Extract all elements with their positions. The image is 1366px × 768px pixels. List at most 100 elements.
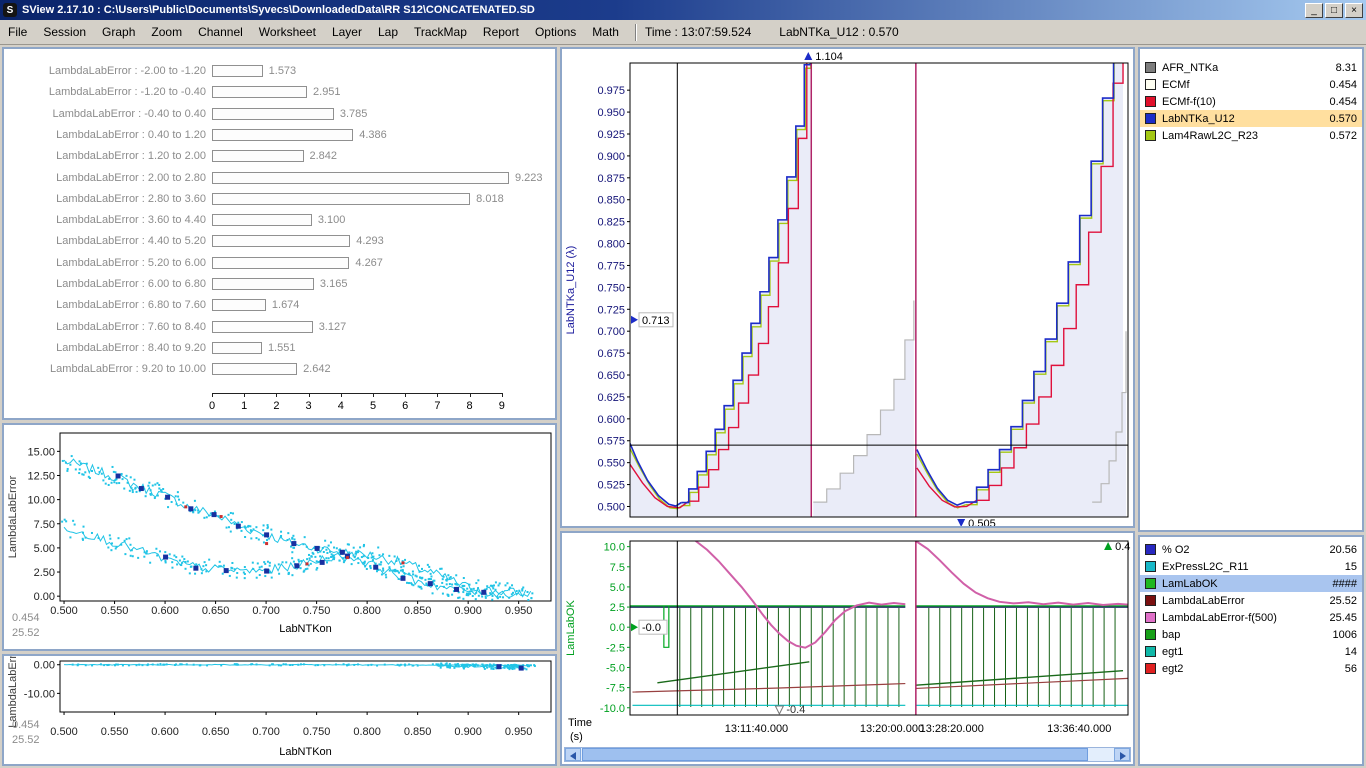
hist-x-tick bbox=[309, 393, 310, 397]
channel-row-ecmf-f-10-[interactable]: ECMf-f(10)0.454 bbox=[1140, 93, 1362, 110]
svg-text:12.50: 12.50 bbox=[27, 470, 55, 482]
hist-bar bbox=[212, 129, 353, 141]
channel-row-afr-ntka[interactable]: AFR_NTKa8.31 bbox=[1140, 59, 1362, 76]
menu-channel[interactable]: Channel bbox=[190, 21, 251, 43]
menu-report[interactable]: Report bbox=[475, 21, 527, 43]
svg-text:Time: Time bbox=[568, 717, 592, 729]
svg-text:0.800: 0.800 bbox=[353, 605, 381, 617]
svg-text:0.825: 0.825 bbox=[597, 217, 625, 229]
hist-x-tick bbox=[341, 393, 342, 397]
hist-bar-value: 3.100 bbox=[318, 214, 346, 227]
svg-text:0.00: 0.00 bbox=[34, 591, 55, 603]
svg-text:7.5: 7.5 bbox=[610, 562, 625, 574]
channel-color-swatch bbox=[1145, 646, 1156, 657]
lambda-chart-panel[interactable]: 0.9750.9500.9250.9000.8750.8500.8250.800… bbox=[560, 47, 1135, 528]
menu-layer[interactable]: Layer bbox=[324, 21, 370, 43]
channel-row-lambdalaberror-f-500-[interactable]: LambdaLabError-f(500)25.45 bbox=[1140, 609, 1362, 626]
small-scatter-plot[interactable]: 0.00-10.000.5000.5500.6000.6500.7000.750… bbox=[4, 656, 555, 764]
svg-text:0.454: 0.454 bbox=[12, 612, 40, 624]
channel-name: egt1 bbox=[1162, 646, 1345, 658]
svg-text:0.4: 0.4 bbox=[1115, 541, 1130, 553]
menu-options[interactable]: Options bbox=[527, 21, 584, 43]
svg-text:0.700: 0.700 bbox=[252, 605, 280, 617]
app-icon: S bbox=[3, 3, 17, 17]
histogram-panel[interactable]: LambdaLabError : -2.00 to -1.201.573Lamb… bbox=[2, 47, 557, 420]
channel-row-bap[interactable]: bap1006 bbox=[1140, 626, 1362, 643]
hist-x-tick-label: 6 bbox=[396, 400, 414, 412]
svg-text:0.775: 0.775 bbox=[597, 260, 625, 272]
channel-value: 56 bbox=[1345, 663, 1357, 675]
svg-text:5.00: 5.00 bbox=[34, 543, 55, 555]
hist-bar-value: 1.573 bbox=[269, 65, 297, 78]
restore-button[interactable]: □ bbox=[1325, 3, 1343, 18]
channel-row-egt2[interactable]: egt256 bbox=[1140, 660, 1362, 677]
scrollbar-left-arrow-icon[interactable] bbox=[565, 748, 581, 761]
channel-row-lamlabok[interactable]: LamLabOK#### bbox=[1140, 575, 1362, 592]
channel-row-labntka-u12[interactable]: LabNTKa_U120.570 bbox=[1140, 110, 1362, 127]
scrollbar-right-arrow-icon[interactable] bbox=[1114, 748, 1130, 761]
scrollbar-thumb[interactable] bbox=[582, 748, 1088, 761]
menu-worksheet[interactable]: Worksheet bbox=[251, 21, 324, 43]
channel-value: 25.45 bbox=[1329, 612, 1357, 624]
time-scrollbar[interactable] bbox=[564, 747, 1131, 762]
hist-x-tick-label: 7 bbox=[428, 400, 446, 412]
time-chart-panel[interactable]: 10.07.55.02.50.0-2.5-5.0-7.5-10.0LamLabO… bbox=[560, 531, 1135, 766]
channel-row-egt1[interactable]: egt114 bbox=[1140, 643, 1362, 660]
svg-text:7.50: 7.50 bbox=[34, 519, 55, 531]
svg-text:13:20:00.000: 13:20:00.000 bbox=[860, 723, 924, 735]
menu-lap[interactable]: Lap bbox=[370, 21, 406, 43]
channel-value: 20.56 bbox=[1329, 544, 1357, 556]
svg-text:0.0: 0.0 bbox=[610, 622, 625, 634]
svg-text:25.52: 25.52 bbox=[12, 627, 40, 639]
channel-row-ecmf[interactable]: ECMf0.454 bbox=[1140, 76, 1362, 93]
scrollbar-track[interactable] bbox=[581, 748, 1114, 761]
hist-bar-value: 4.386 bbox=[359, 129, 387, 142]
channel-value: 0.454 bbox=[1329, 96, 1357, 108]
svg-text:0.900: 0.900 bbox=[454, 726, 482, 738]
small-scatter-panel[interactable]: 0.00-10.000.5000.5500.6000.6500.7000.750… bbox=[2, 654, 557, 766]
svg-text:0.600: 0.600 bbox=[151, 605, 179, 617]
status-time: Time : 13:07:59.524 bbox=[645, 25, 751, 39]
menu-zoom[interactable]: Zoom bbox=[143, 21, 190, 43]
svg-text:13:36:40.000: 13:36:40.000 bbox=[1047, 723, 1111, 735]
svg-text:-10.0: -10.0 bbox=[600, 703, 625, 715]
hist-row-label: LambdaLabError : 1.20 to 2.00 bbox=[4, 150, 206, 163]
channel-name: LamLabOK bbox=[1162, 578, 1333, 590]
hist-row-label: LambdaLabError : 0.40 to 1.20 bbox=[4, 129, 206, 142]
menubar: FileSessionGraphZoomChannelWorksheetLaye… bbox=[0, 20, 1366, 45]
close-button[interactable]: × bbox=[1345, 3, 1363, 18]
menu-session[interactable]: Session bbox=[35, 21, 94, 43]
menu-file[interactable]: File bbox=[0, 21, 35, 43]
hist-bar-value: 2.842 bbox=[310, 150, 338, 163]
hist-bar bbox=[212, 193, 470, 205]
channel-value: 0.572 bbox=[1329, 130, 1357, 142]
scatter-plot[interactable]: 15.0012.5010.007.505.002.500.000.5000.55… bbox=[4, 425, 555, 649]
svg-text:LabNTKa_U12 (λ): LabNTKa_U12 (λ) bbox=[565, 246, 577, 335]
hist-bar bbox=[212, 278, 314, 290]
channel-row--o2[interactable]: % O220.56 bbox=[1140, 541, 1362, 558]
hist-row-label: LambdaLabError : 4.40 to 5.20 bbox=[4, 235, 206, 248]
channel-name: Lam4RawL2C_R23 bbox=[1162, 130, 1329, 142]
channel-name: bap bbox=[1162, 629, 1333, 641]
scatter-panel[interactable]: 15.0012.5010.007.505.002.500.000.5000.55… bbox=[2, 423, 557, 651]
channel-row-lam4rawl2c-r23[interactable]: Lam4RawL2C_R230.572 bbox=[1140, 127, 1362, 144]
channel-row-lambdalaberror[interactable]: LambdaLabError25.52 bbox=[1140, 592, 1362, 609]
svg-text:0.950: 0.950 bbox=[505, 726, 533, 738]
lambda-chart-plot[interactable]: 0.9750.9500.9250.9000.8750.8500.8250.800… bbox=[562, 49, 1133, 526]
hist-row-label: LambdaLabError : 7.60 to 8.40 bbox=[4, 321, 206, 334]
menu-trackmap[interactable]: TrackMap bbox=[406, 21, 475, 43]
menu-graph[interactable]: Graph bbox=[94, 21, 143, 43]
hist-x-tick bbox=[276, 393, 277, 397]
channel-list-bottom: % O220.56ExPressL2C_R1115LamLabOK####Lam… bbox=[1138, 535, 1364, 766]
hist-x-tick bbox=[212, 393, 213, 397]
channel-row-expressl2c-r11[interactable]: ExPressL2C_R1115 bbox=[1140, 558, 1362, 575]
menu-math[interactable]: Math bbox=[584, 21, 627, 43]
hist-x-tick-label: 9 bbox=[493, 400, 511, 412]
svg-text:0.550: 0.550 bbox=[101, 726, 129, 738]
time-chart-plot[interactable]: 10.07.55.02.50.0-2.5-5.0-7.5-10.0LamLabO… bbox=[562, 533, 1133, 745]
svg-text:0.600: 0.600 bbox=[597, 414, 625, 426]
svg-text:LambdaLabError: LambdaLabError bbox=[7, 656, 19, 728]
hist-x-tick bbox=[373, 393, 374, 397]
hist-bar bbox=[212, 342, 262, 354]
minimize-button[interactable]: _ bbox=[1305, 3, 1323, 18]
